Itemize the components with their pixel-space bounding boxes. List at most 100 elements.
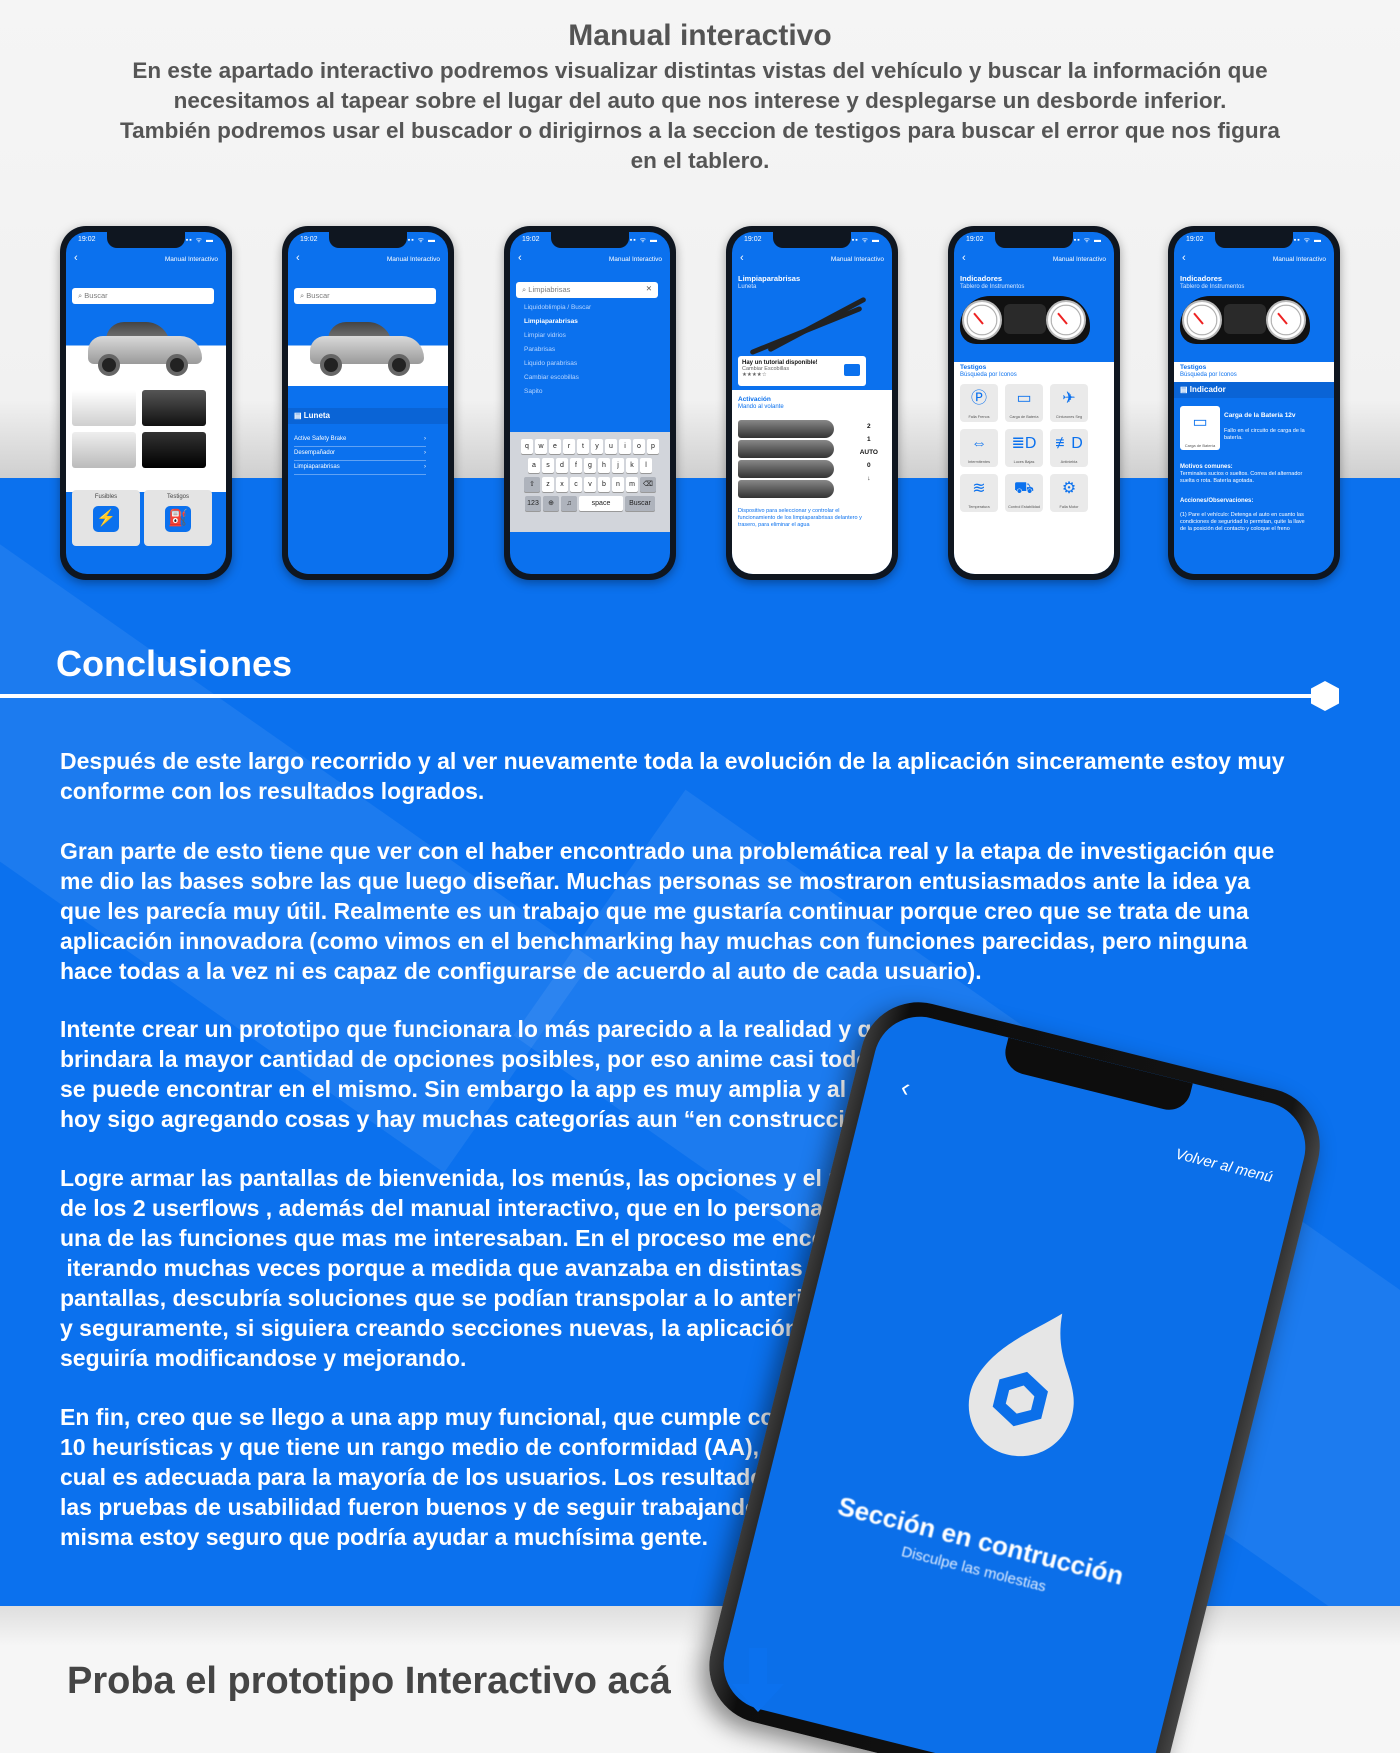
back-icon[interactable]: ‹ xyxy=(898,1071,914,1103)
play-button[interactable] xyxy=(844,364,860,376)
key-v[interactable]: v xyxy=(584,477,596,492)
key-y[interactable]: y xyxy=(591,439,603,454)
conclusion-paragraph-5: En fin, creo que se llego a una app muy … xyxy=(60,1404,830,1550)
warning-light-tile[interactable]: ▭ Carga de Batería xyxy=(1005,384,1043,422)
arrow-down-icon[interactable] xyxy=(730,1648,786,1714)
key-g[interactable]: g xyxy=(584,458,596,473)
phone-indicators-view: 19:02 ▪▪ ᯤ ▬ ‹ Manual Interactivo Indicado… xyxy=(948,226,1120,580)
conclusion-paragraph-1: Después de este largo recorrido y al ver… xyxy=(60,748,1285,804)
item-subtitle: Luneta xyxy=(738,284,757,290)
intro-section: Manual interactivo En este apartado inte… xyxy=(40,18,1360,176)
suggestion[interactable]: Cambiar escobillas xyxy=(524,374,579,381)
sheet-title: ▤ Indicador xyxy=(1174,382,1334,398)
key-c[interactable]: c xyxy=(570,477,582,492)
view-thumb[interactable] xyxy=(72,432,136,468)
key-m[interactable]: m xyxy=(626,477,638,492)
key-j[interactable]: j xyxy=(612,458,624,473)
key-o[interactable]: o xyxy=(633,439,645,454)
indicator-sheet: ▤ Indicador ▭ Carga de Batería Carga de l… xyxy=(1174,382,1334,574)
key-r[interactable]: r xyxy=(563,439,575,454)
back-icon[interactable]: ‹ xyxy=(740,253,744,264)
warning-light-tile[interactable]: ✈ Cinturones Seg xyxy=(1050,384,1088,422)
delete-key[interactable]: ⌫ xyxy=(640,477,656,492)
key-u[interactable]: u xyxy=(605,439,617,454)
back-to-menu-link[interactable]: Volver al menú xyxy=(1174,1146,1275,1187)
warning-light-label: Antiniebla xyxy=(1060,460,1078,464)
suggestion[interactable]: Liquido parabrisas xyxy=(524,360,577,367)
key-i[interactable]: i xyxy=(619,439,631,454)
globe-icon[interactable]: ⊕ xyxy=(543,496,559,511)
suggestion[interactable]: Parabrisas xyxy=(524,346,555,353)
tile-testigos[interactable]: Testigos ⛽ xyxy=(144,490,212,546)
key-n[interactable]: n xyxy=(612,477,624,492)
activation-panel: Activación Mando al volante 2 1 AUTO 0 ↓ Disp… xyxy=(732,390,892,574)
back-icon[interactable]: ‹ xyxy=(296,253,300,264)
phone-home-view: 19:02 ▪▪ ᯤ ▬ ‹ Manual Interactivo ⌕ Busca… xyxy=(60,226,232,580)
warning-light-tile[interactable]: ≋ Temperatura xyxy=(960,474,998,512)
key-x[interactable]: x xyxy=(556,477,568,492)
mic-icon[interactable]: ♫ xyxy=(561,496,577,511)
car-image[interactable] xyxy=(66,312,226,386)
list-item[interactable]: Limpiaparabrisas › xyxy=(294,464,426,475)
numbers-key[interactable]: 123 xyxy=(525,496,541,511)
search-input[interactable]: ⌕ Buscar xyxy=(72,288,214,304)
dashboard-image xyxy=(1180,296,1310,344)
back-icon[interactable]: ‹ xyxy=(518,253,522,264)
key-k[interactable]: k xyxy=(626,458,638,473)
shift-key[interactable]: ⇧ xyxy=(524,477,540,492)
view-thumb[interactable] xyxy=(72,390,136,426)
warning-light-tile[interactable]: ⚙ Falla Motor xyxy=(1050,474,1088,512)
key-w[interactable]: w xyxy=(535,439,547,454)
suggestion[interactable]: Liquidoblimpia / Buscar xyxy=(524,304,591,311)
space-key[interactable]: space xyxy=(579,496,623,511)
key-h[interactable]: h xyxy=(598,458,610,473)
battery-icon: ▭ Carga de Batería xyxy=(1180,406,1220,450)
view-thumb[interactable] xyxy=(142,432,206,468)
suggestion[interactable]: Limpiar vidrios xyxy=(524,332,566,339)
key-f[interactable]: f xyxy=(570,458,582,473)
clear-icon[interactable]: ✕ xyxy=(646,284,652,293)
suggestion[interactable]: Sapito xyxy=(524,388,542,395)
warning-light-icon: ✈ xyxy=(1062,390,1076,407)
suggestion[interactable]: Limpiaparabrisas xyxy=(524,318,578,325)
search-input[interactable]: ⌕ Buscar xyxy=(294,288,436,304)
warning-light-label: Temperatura xyxy=(968,505,990,509)
tile-fusibles[interactable]: Fusibles ⚡ xyxy=(72,490,140,546)
warning-light-label: Falla Frenos xyxy=(968,415,990,419)
key-s[interactable]: s xyxy=(542,458,554,473)
prototype-cta[interactable]: Proba el prototipo Interactivo acá xyxy=(67,1660,671,1703)
key-e[interactable]: e xyxy=(549,439,561,454)
key-q[interactable]: q xyxy=(521,439,533,454)
conclusions-title: Conclusiones xyxy=(56,643,293,684)
warning-light-tile[interactable]: ≣D Luces Bajas xyxy=(1005,429,1043,467)
key-p[interactable]: p xyxy=(647,439,659,454)
list-item[interactable]: Active Safety Brake › xyxy=(294,436,426,447)
list-item[interactable]: Desempañador › xyxy=(294,450,426,461)
warning-light-icon: ≢D xyxy=(1055,435,1083,452)
fuel-icon: ⛽ xyxy=(165,506,191,532)
warning-light-tile[interactable]: ≢D Antiniebla xyxy=(1050,429,1088,467)
search-input[interactable]: ⌕ Limpiabrisas ✕ xyxy=(516,282,658,298)
key-d[interactable]: d xyxy=(556,458,568,473)
divider-line xyxy=(0,694,1322,698)
back-icon[interactable]: ‹ xyxy=(1182,253,1186,264)
warning-light-tile[interactable]: ⇔ Intermitentes xyxy=(960,429,998,467)
car-image[interactable] xyxy=(288,312,448,386)
view-thumb[interactable] xyxy=(142,390,206,426)
warning-light-tile[interactable]: Ⓟ Falla Frenos xyxy=(960,384,998,422)
back-icon[interactable]: ‹ xyxy=(962,253,966,264)
phone-wiper-view: 19:02 ▪▪ ᯤ ▬ ‹ Manual Interactivo Limpiapa… xyxy=(726,226,898,580)
key-b[interactable]: b xyxy=(598,477,610,492)
warning-light-tile[interactable]: ⛟ Control Estabilidad xyxy=(1005,474,1043,512)
stalk-positions: 2 1 AUTO 0 ↓ xyxy=(859,423,878,482)
conclusion-paragraph-3: Intente crear un prototipo que funcionar… xyxy=(60,1016,945,1132)
key-t[interactable]: t xyxy=(577,439,589,454)
warning-light-icon: ≋ xyxy=(972,480,986,497)
tutorial-card[interactable]: Hay un tutorial disponible! Cambiar Escob… xyxy=(738,356,866,386)
search-key[interactable]: Buscar xyxy=(625,496,655,511)
key-l[interactable]: l xyxy=(640,458,652,473)
back-icon[interactable]: ‹ xyxy=(74,253,78,264)
key-a[interactable]: a xyxy=(528,458,540,473)
key-z[interactable]: z xyxy=(542,477,554,492)
warning-light-icon: ⛟ xyxy=(1013,480,1035,497)
